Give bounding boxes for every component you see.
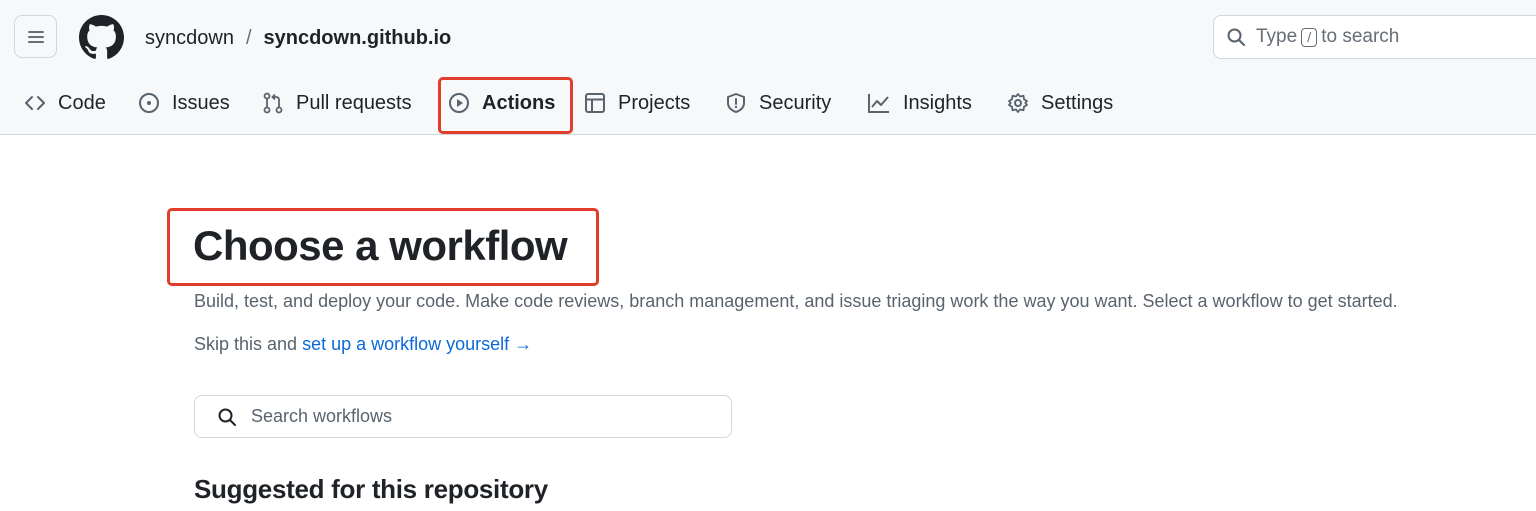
owner-link[interactable]: syncdown [145,27,234,50]
tab-label: Actions [482,91,556,114]
setup-workflow-link[interactable]: set up a workflow yourself → [302,334,532,354]
search-shortcut-key: / [1301,27,1318,47]
tab-label: Pull requests [296,91,412,114]
search-suffix: to search [1321,26,1400,47]
repo-header: syncdown / syncdown.github.io Type / to … [0,0,1536,135]
hamburger-icon [27,30,44,43]
page-title: Choose a workflow [193,222,568,269]
tab-code[interactable]: Code [24,80,106,126]
graph-icon [867,92,891,114]
table-icon [584,92,606,114]
tab-label: Issues [172,91,230,114]
tab-projects[interactable]: Projects [584,80,690,126]
breadcrumb-separator: / [245,26,252,49]
tab-issues[interactable]: Issues [138,80,230,126]
pull-request-icon [262,92,284,114]
tab-insights[interactable]: Insights [867,80,972,126]
search-prefix: Type [1256,26,1298,47]
tab-settings[interactable]: Settings [1007,80,1113,126]
page-description: Build, test, and deploy your code. Make … [194,291,1398,311]
global-search-input[interactable]: Type / to search [1213,15,1536,59]
repo-link[interactable]: syncdown.github.io [264,27,452,50]
shield-icon [725,92,747,114]
tab-label: Security [759,91,832,114]
breadcrumb: syncdown / syncdown.github.io [145,24,451,52]
tab-actions[interactable]: Actions [448,80,555,126]
search-icon [1226,27,1246,47]
issue-icon [138,92,160,114]
suggested-heading: Suggested for this repository [194,474,548,504]
code-icon [24,92,46,114]
github-logo-icon[interactable] [79,15,124,60]
skip-text: Skip this and set up a workflow yourself… [194,334,532,355]
workflow-search-input[interactable]: Search workflows [194,395,732,438]
play-icon [448,92,470,114]
tab-label: Projects [618,91,691,114]
gear-icon [1007,92,1029,114]
menu-button[interactable] [14,15,57,58]
skip-prefix: Skip this and [194,334,298,354]
tab-security[interactable]: Security [725,80,831,126]
search-icon [217,407,237,427]
tab-pull-requests[interactable]: Pull requests [262,80,412,126]
tab-label: Insights [903,91,972,114]
tab-label: Settings [1041,91,1114,114]
tab-label: Code [58,91,106,114]
workflow-search-placeholder: Search workflows [251,406,393,426]
